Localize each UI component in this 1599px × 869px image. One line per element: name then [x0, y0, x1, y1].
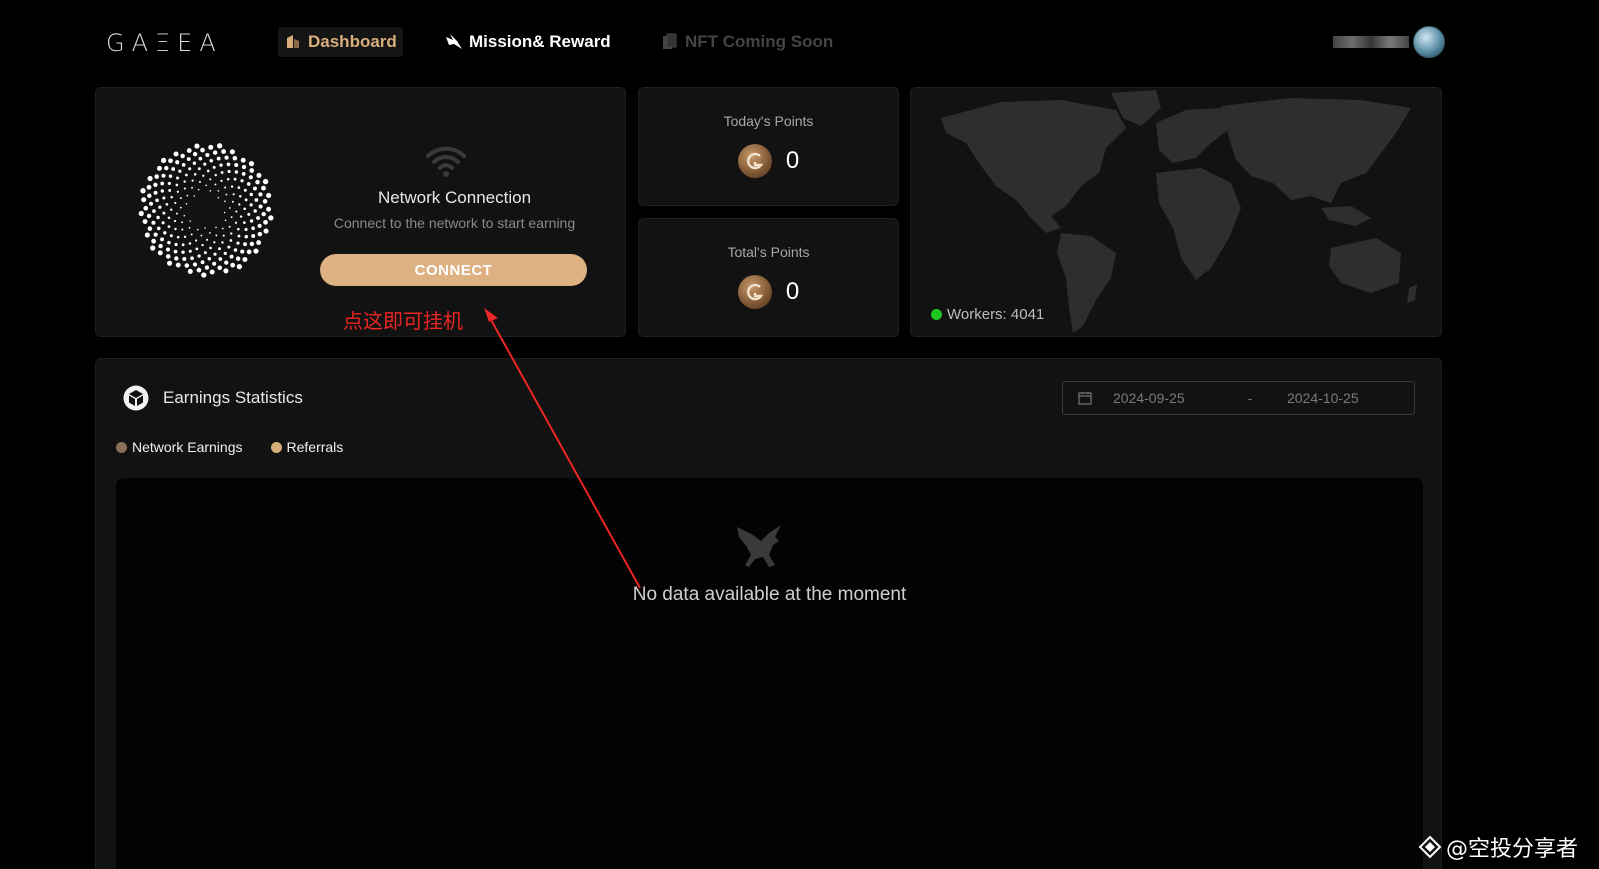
- calendar-icon: [1078, 392, 1092, 405]
- earnings-title: Earnings Statistics: [163, 388, 303, 407]
- date-to[interactable]: 2024-10-25: [1287, 390, 1387, 406]
- total-points-card: Total's Points 0: [638, 218, 899, 337]
- nav-item-mission-reward[interactable]: Mission& Reward: [445, 27, 611, 57]
- legend-dot: [270, 441, 282, 453]
- user-name-redacted: [1333, 36, 1409, 48]
- network-connection-title: Network Connection: [377, 188, 532, 207]
- total-points-value: 0: [785, 278, 800, 305]
- diamond-logo-icon: [1418, 835, 1442, 859]
- legend-item-referrals[interactable]: Referrals: [270, 439, 344, 455]
- todays-points-card: Today's Points 0: [638, 87, 899, 206]
- legend-item-network-earnings[interactable]: Network Earnings: [116, 439, 243, 455]
- workers-label: Workers: 4041: [947, 306, 1045, 323]
- top-nav: GAΞEA Dashboard Mission& Reward NFT Comi…: [0, 0, 1599, 84]
- no-data-message: No data available at the moment: [632, 584, 907, 605]
- cube-icon: [123, 385, 149, 411]
- mission-icon: [446, 34, 462, 49]
- points-coin-icon: [737, 144, 772, 178]
- todays-points-label: Today's Points: [723, 113, 814, 129]
- workers-count: Workers: 4041: [931, 306, 1044, 323]
- nav-item-dashboard[interactable]: Dashboard: [278, 27, 403, 57]
- user-menu[interactable]: [1333, 26, 1445, 58]
- spiral-graphic: [138, 143, 274, 278]
- date-from[interactable]: 2024-09-25: [1113, 390, 1213, 406]
- network-connection-subtitle: Connect to the network to start earning: [333, 215, 576, 231]
- wifi-icon: [426, 146, 466, 177]
- nft-icon: [663, 33, 677, 49]
- nav-label-mission-reward: Mission& Reward: [469, 32, 611, 51]
- todays-points-value: 0: [785, 147, 800, 174]
- online-status-dot: [931, 309, 942, 320]
- nav-label-nft: NFT Coming Soon: [685, 32, 834, 51]
- watermark: @空投分享者: [1418, 831, 1578, 863]
- date-range-picker[interactable]: 2024-09-25 - 2024-10-25: [1062, 381, 1415, 415]
- nav-label-dashboard: Dashboard: [308, 32, 397, 51]
- nav-item-nft[interactable]: NFT Coming Soon: [661, 27, 833, 57]
- legend-label: Referrals: [286, 439, 344, 455]
- date-separator: -: [1247, 390, 1253, 406]
- world-map-card: Workers: 4041: [910, 87, 1442, 337]
- legend-label: Network Earnings: [132, 439, 243, 455]
- connect-button[interactable]: CONNECT: [320, 254, 587, 286]
- network-connection-card: Network Connection Connect to the networ…: [95, 87, 626, 337]
- earnings-statistics-card: Earnings Statistics 2024-09-25 - 2024-10…: [95, 358, 1442, 869]
- earnings-chart-area: No data available at the moment: [116, 478, 1423, 869]
- legend-dot: [116, 441, 127, 453]
- dashboard-icon: [287, 35, 299, 48]
- points-coin-icon: [737, 275, 772, 309]
- world-map: [941, 90, 1417, 333]
- annotation-text: 点这即可挂机: [343, 309, 463, 333]
- chart-legend: Network Earnings Referrals: [116, 439, 343, 455]
- pegasus-icon: [737, 525, 781, 567]
- total-points-label: Total's Points: [727, 244, 810, 260]
- watermark-text: @空投分享者: [1446, 837, 1579, 862]
- avatar[interactable]: [1413, 26, 1445, 58]
- brand-logo[interactable]: GAΞEA: [106, 29, 223, 57]
